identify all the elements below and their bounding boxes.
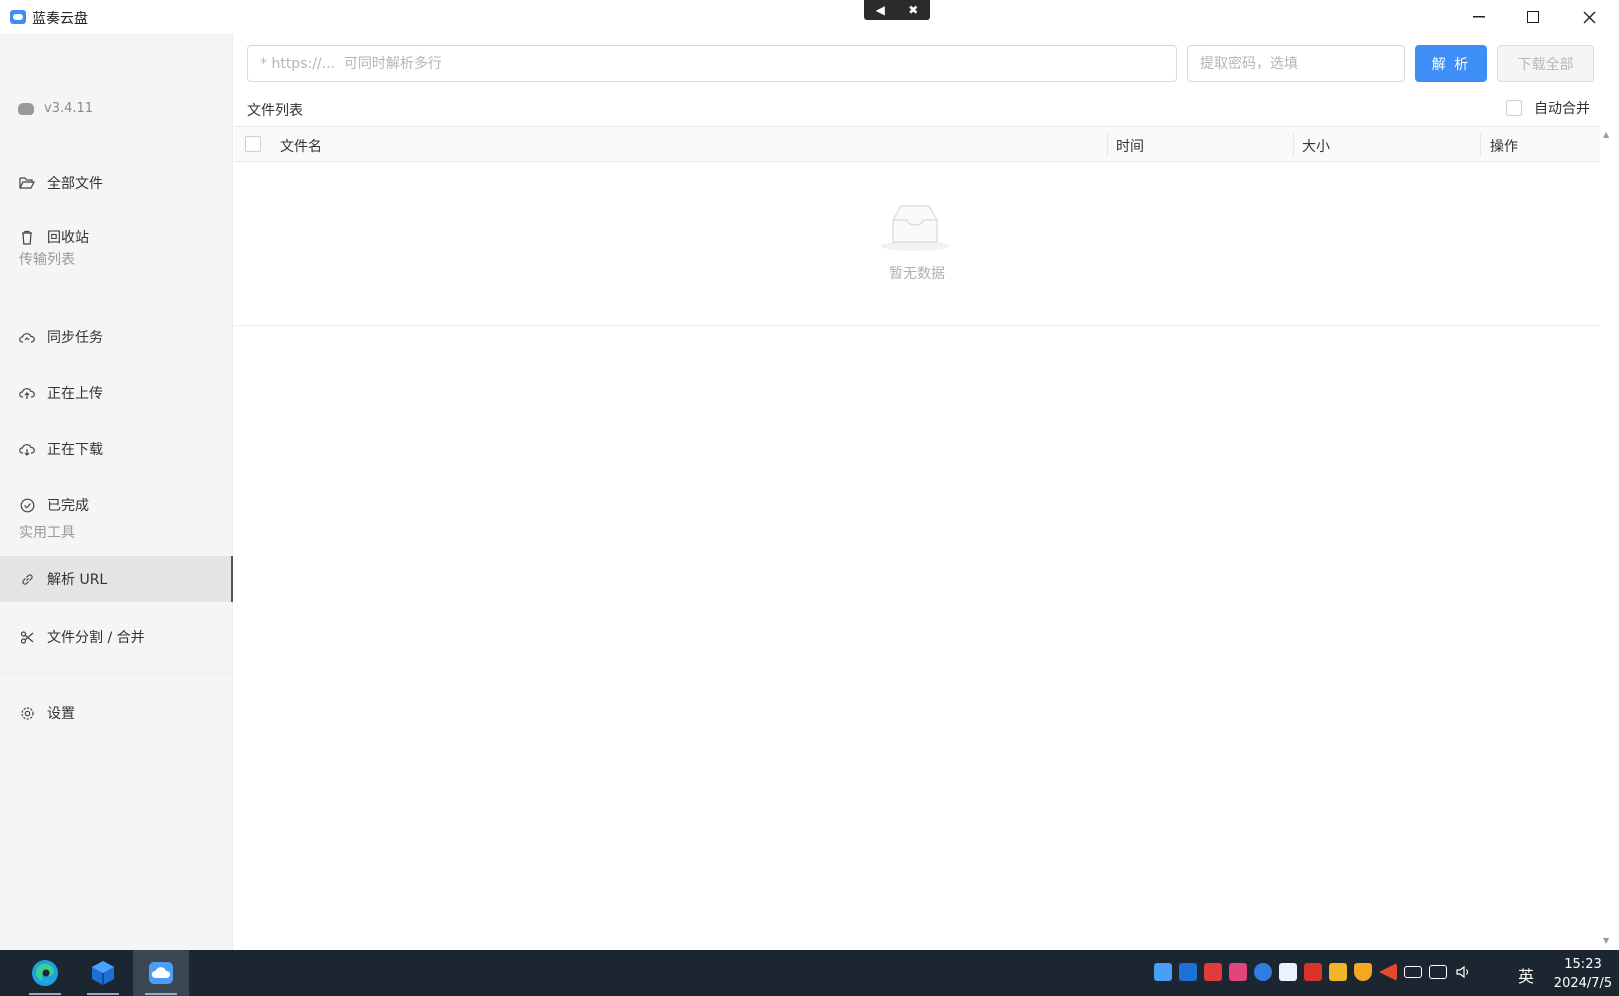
- download-all-button[interactable]: 下载全部: [1497, 45, 1594, 82]
- network-icon[interactable]: [1429, 965, 1447, 979]
- column-header-size[interactable]: 大小: [1302, 136, 1330, 156]
- sidebar-item-settings[interactable]: 设置: [0, 690, 233, 736]
- sidebar-item-label: 设置: [47, 706, 75, 722]
- taskbar: 英 15:23 2024/7/5: [0, 950, 1619, 996]
- tray-cube-icon[interactable]: [1179, 963, 1197, 981]
- sidebar-item-label: 正在上传: [47, 386, 103, 402]
- tray-input-method-icon[interactable]: [1279, 963, 1297, 981]
- sidebar-item-split-merge[interactable]: 文件分割 / 合并: [0, 614, 233, 660]
- check-circle-icon: [19, 497, 35, 513]
- url-input[interactable]: [247, 45, 1177, 82]
- scroll-up-arrow-icon[interactable]: ▲: [1603, 130, 1609, 139]
- close-circle-icon[interactable]: ✖: [908, 3, 918, 17]
- tray-arrow-icon[interactable]: [1379, 963, 1397, 981]
- scissors-icon: [19, 629, 35, 645]
- column-header-filename[interactable]: 文件名: [280, 136, 322, 156]
- tray-pink-app-icon[interactable]: [1229, 963, 1247, 981]
- sidebar-item-label: 全部文件: [47, 176, 103, 192]
- trash-icon: [19, 229, 35, 245]
- sidebar-item-parse-url[interactable]: 解析 URL: [0, 556, 233, 602]
- column-divider: [1480, 133, 1481, 157]
- sidebar-item-label: 已完成: [47, 498, 89, 514]
- parse-button[interactable]: 解 析: [1415, 45, 1487, 82]
- column-header-actions: 操作: [1490, 139, 1518, 155]
- sidebar-item-all-files[interactable]: 全部文件: [0, 160, 233, 206]
- sidebar-divider: [0, 673, 232, 674]
- input-language-indicator[interactable]: 英: [1518, 963, 1534, 987]
- column-divider: [1107, 133, 1108, 157]
- taskbar-edge-browser[interactable]: [17, 950, 73, 996]
- vertical-scrollbar[interactable]: ▲ ▼: [1600, 126, 1614, 950]
- password-input[interactable]: [1187, 45, 1405, 82]
- title-bar: 蓝奏云盘 ◀ ✖: [0, 0, 1619, 34]
- tray-lanzou-icon[interactable]: [1154, 963, 1172, 981]
- github-icon: [18, 102, 34, 115]
- sidebar-item-label: 解析 URL: [47, 572, 108, 588]
- auto-merge-label: 自动合并: [1534, 101, 1590, 117]
- file-table-header: 文件名 时间 大小 操作: [234, 126, 1600, 162]
- minimize-button[interactable]: [1456, 4, 1502, 30]
- cloud-download-icon: [19, 441, 35, 457]
- cloud-upload-icon: [19, 385, 35, 401]
- volume-icon[interactable]: [1454, 963, 1472, 981]
- tray-onedrive-icon[interactable]: [1254, 963, 1272, 981]
- tray-red-app-icon[interactable]: [1204, 963, 1222, 981]
- clock-time: 15:23: [1564, 957, 1602, 972]
- sidebar-item-sync-tasks[interactable]: 同步任务: [0, 314, 233, 360]
- scroll-down-arrow-icon[interactable]: ▼: [1603, 936, 1609, 945]
- sidebar-item-downloading[interactable]: 正在下载: [0, 426, 233, 472]
- tray-shield-icon[interactable]: [1354, 963, 1372, 981]
- taskbar-app-cube[interactable]: [75, 950, 131, 996]
- select-all-checkbox[interactable]: [245, 136, 261, 152]
- maximize-icon: [1527, 11, 1539, 23]
- auto-merge-toggle[interactable]: 自动合并: [1506, 98, 1590, 118]
- screen-recorder-toolbar[interactable]: ◀ ✖: [864, 0, 930, 20]
- close-button[interactable]: [1566, 4, 1612, 30]
- app-cloud-icon: [10, 10, 26, 24]
- system-tray: [1154, 963, 1472, 981]
- file-list-label: 文件列表: [247, 103, 303, 119]
- empty-state-text: 暂无数据: [889, 266, 945, 282]
- window-title: 蓝奏云盘: [32, 11, 88, 27]
- maximize-button[interactable]: [1510, 4, 1556, 30]
- running-indicator: [87, 993, 119, 995]
- section-transfer-list: 传输列表: [19, 252, 75, 268]
- sidebar-item-uploading[interactable]: 正在上传: [0, 370, 233, 416]
- folder-open-icon: [19, 175, 35, 191]
- empty-inbox-icon: [881, 205, 949, 251]
- section-tools: 实用工具: [19, 525, 75, 541]
- link-icon: [19, 571, 35, 587]
- pin-icon[interactable]: ◀: [876, 3, 885, 17]
- sidebar-item-label: 同步任务: [47, 330, 103, 346]
- tray-folder-icon[interactable]: [1329, 963, 1347, 981]
- sidebar-item-label: 回收站: [47, 230, 89, 246]
- column-header-time[interactable]: 时间: [1116, 136, 1144, 156]
- minimize-icon: [1473, 16, 1485, 18]
- gear-icon: [19, 705, 35, 721]
- sidebar: v3.4.11 全部文件 回收站 传输列表 同步任务 正在上传 正在下载 已完成…: [0, 34, 233, 950]
- column-divider: [1293, 133, 1294, 157]
- version-info[interactable]: v3.4.11: [18, 101, 93, 116]
- auto-merge-checkbox[interactable]: [1506, 100, 1522, 116]
- taskbar-lanzou-cloud[interactable]: [133, 950, 189, 996]
- running-indicator: [29, 993, 61, 995]
- tray-security-icon[interactable]: [1304, 963, 1322, 981]
- cube-app-icon: [92, 961, 114, 985]
- close-icon: [1583, 11, 1595, 23]
- battery-icon[interactable]: [1404, 966, 1422, 978]
- clock-date: 2024/7/5: [1553, 976, 1613, 991]
- version-label: v3.4.11: [44, 101, 94, 116]
- sidebar-item-label: 文件分割 / 合并: [47, 630, 145, 646]
- running-indicator: [145, 993, 177, 995]
- taskbar-clock[interactable]: 15:23 2024/7/5: [1548, 955, 1618, 993]
- sidebar-item-label: 正在下载: [47, 442, 103, 458]
- edge-browser-icon: [32, 960, 58, 986]
- file-table-body: 暂无数据: [234, 162, 1600, 326]
- lanzou-cloud-icon: [149, 962, 173, 984]
- cloud-sync-icon: [19, 329, 35, 345]
